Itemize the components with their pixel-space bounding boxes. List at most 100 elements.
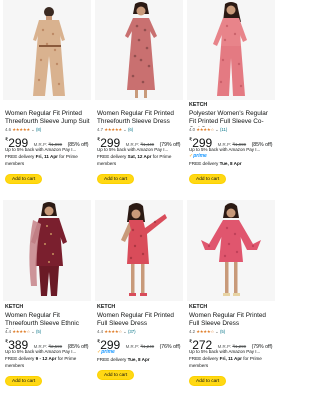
- rating-row[interactable]: 4.4 ★★★★☆ ⌄ (5): [5, 329, 90, 335]
- product-card[interactable]: KETCH Women Regular Fit Printed Full Sle…: [187, 200, 275, 400]
- mrp-label: M.R.P:: [125, 343, 140, 349]
- price-row: ₹299 M.R.P: ₹1,999 (85% off): [189, 134, 274, 149]
- mrp: M.R.P: ₹1,249: [126, 344, 154, 349]
- mrp-value: ₹1,249: [140, 343, 155, 349]
- price-row: ₹299 M.R.P: ₹1,449 (79% off): [97, 134, 182, 149]
- product-image[interactable]: [187, 200, 275, 301]
- mrp-label: M.R.P:: [33, 343, 48, 349]
- brand-name: KETCH: [97, 304, 116, 310]
- chevron-down-icon[interactable]: ⌄: [31, 127, 35, 132]
- rating-row[interactable]: 4.0 ★★★★☆ ⌄ (11): [189, 127, 274, 133]
- mrp-value: ₹2,599: [48, 343, 63, 349]
- delivery-date: Tue, 8 Apr: [127, 356, 150, 362]
- chevron-down-icon[interactable]: ⌄: [215, 329, 219, 334]
- product-title[interactable]: Women Regular Fit Printed Full Sleeve Dr…: [189, 312, 274, 329]
- add-to-cart-button[interactable]: Add to cart: [189, 174, 227, 184]
- rating-row[interactable]: 4.2 ★★★★☆ ⌄ (5): [189, 329, 274, 335]
- prime-label: prime: [193, 153, 207, 159]
- brand-name: [97, 102, 182, 109]
- product-title[interactable]: Women Regular Fit Threefourth Sleeve Eth…: [5, 312, 90, 329]
- delivery-date: Tue, 8 Apr: [219, 161, 242, 166]
- chevron-down-icon[interactable]: ⌄: [123, 127, 127, 132]
- delivery-info: FREE delivery Fri, 11 Apr for Prime memb…: [189, 355, 274, 369]
- mrp-value: ₹1,299: [232, 343, 247, 349]
- delivery-date: 9 - 12 Apr: [35, 356, 57, 361]
- rating-row[interactable]: 4.6 ★★★★★ ⌄ (8): [5, 127, 90, 133]
- product-card[interactable]: Women Regular Fit Printed Threefourth Sl…: [95, 0, 183, 200]
- brand-name: [5, 102, 90, 109]
- delivery-prefix: FREE delivery: [189, 356, 219, 361]
- model-ethnic-set-image: [3, 200, 91, 301]
- rating-value: 4.4: [97, 328, 103, 334]
- review-count[interactable]: (11): [220, 127, 227, 132]
- mrp: M.R.P: ₹1,999: [218, 142, 246, 147]
- chevron-down-icon[interactable]: ⌄: [215, 127, 219, 132]
- mrp: M.R.P: ₹2,599: [34, 344, 62, 349]
- product-image[interactable]: [3, 200, 91, 301]
- model-dress-image: [187, 200, 275, 301]
- star-rating-icon: ★★★★☆: [196, 328, 214, 334]
- delivery-prefix: FREE delivery: [5, 154, 35, 159]
- mrp-label: M.R.P:: [125, 141, 140, 147]
- mrp-label: M.R.P:: [217, 343, 232, 349]
- brand-name: KETCH: [5, 304, 24, 310]
- add-to-cart-button[interactable]: Add to cart: [5, 376, 43, 386]
- product-image[interactable]: [95, 200, 183, 301]
- prime-badge: ✓prime: [189, 153, 274, 160]
- delivery-prefix: FREE delivery: [97, 154, 127, 159]
- mrp-label: M.R.P:: [33, 141, 48, 147]
- delivery-date: Sat, 12 Apr: [127, 154, 152, 159]
- price-row: ₹389 M.R.P: ₹2,599 (85% off): [5, 336, 90, 351]
- mrp: M.R.P: ₹1,449: [126, 142, 154, 147]
- mrp: M.R.P: ₹1,999: [34, 142, 62, 147]
- product-image[interactable]: [95, 0, 183, 100]
- add-to-cart-button[interactable]: Add to cart: [97, 369, 135, 380]
- delivery-date: Fri, 11 Apr: [35, 154, 58, 159]
- rating-value: 4.0: [189, 126, 195, 132]
- product-grid: Women Regular Fit Printed Threefourth Sl…: [0, 0, 277, 400]
- delivery-info: FREE delivery Tue, 8 Apr: [189, 160, 274, 167]
- review-count[interactable]: (37): [128, 329, 136, 334]
- brand-name: KETCH: [189, 304, 208, 310]
- add-to-cart-button[interactable]: Add to cart: [189, 376, 227, 386]
- product-card[interactable]: KETCH Polyester Women's Regular Fit Prin…: [187, 0, 275, 200]
- delivery-prefix: FREE delivery: [5, 356, 35, 361]
- add-to-cart-button[interactable]: Add to cart: [5, 174, 43, 184]
- rating-value: 4.6: [5, 126, 11, 132]
- review-count[interactable]: (6): [128, 127, 133, 132]
- product-card[interactable]: KETCH Women Regular Fit Printed Full Sle…: [95, 200, 183, 400]
- review-count[interactable]: (5): [36, 329, 41, 334]
- delivery-date: Fri, 11 Apr: [219, 356, 242, 361]
- review-count[interactable]: (5): [220, 329, 225, 334]
- rating-row[interactable]: 4.7 ★★★★★ ⌄ (6): [97, 127, 182, 133]
- price-row: ₹299 M.R.P: ₹1,249 (76% off): [97, 336, 182, 351]
- product-title[interactable]: Polyester Women's Regular Fit Printed Fu…: [189, 110, 274, 127]
- delivery-prefix: FREE delivery: [189, 161, 219, 166]
- add-to-cart-button[interactable]: Add to cart: [97, 174, 135, 184]
- rating-value: 4.7: [97, 126, 103, 132]
- model-dress-image: [95, 200, 183, 301]
- product-image[interactable]: [3, 0, 91, 100]
- review-count[interactable]: (8): [36, 127, 41, 132]
- star-rating-icon: ★★★★☆: [12, 328, 30, 334]
- product-card[interactable]: Women Regular Fit Printed Threefourth Sl…: [3, 0, 91, 200]
- rating-value: 4.2: [189, 328, 195, 334]
- product-image[interactable]: [187, 0, 275, 100]
- chevron-down-icon[interactable]: ⌄: [31, 329, 35, 334]
- delivery-info: FREE delivery 9 - 12 Apr for Prime membe…: [5, 355, 90, 369]
- rating-row[interactable]: 4.4 ★★★★☆ ⌄ (37): [97, 329, 182, 335]
- rating-value: 4.4: [5, 328, 11, 334]
- product-title[interactable]: Women Regular Fit Printed Full Sleeve Dr…: [97, 312, 182, 329]
- price-row: ₹272 M.R.P: ₹1,299 (79% off): [189, 336, 274, 351]
- delivery-info: FREE delivery Sat, 12 Apr for Prime memb…: [97, 153, 182, 167]
- delivery-info: FREE delivery Fri, 11 Apr for Prime memb…: [5, 153, 90, 167]
- brand-name: KETCH: [189, 102, 208, 108]
- product-title[interactable]: Women Regular Fit Printed Threefourth Sl…: [5, 110, 90, 127]
- delivery-prefix: FREE delivery: [97, 356, 127, 362]
- product-title[interactable]: Women Regular Fit Printed Threefourth Sl…: [97, 110, 182, 127]
- product-card[interactable]: KETCH Women Regular Fit Threefourth Slee…: [3, 200, 91, 400]
- chevron-down-icon[interactable]: ⌄: [123, 329, 127, 334]
- star-rating-icon: ★★★★☆: [104, 328, 122, 334]
- prime-label: prime: [101, 348, 115, 355]
- model-coord-set-image: [187, 0, 275, 100]
